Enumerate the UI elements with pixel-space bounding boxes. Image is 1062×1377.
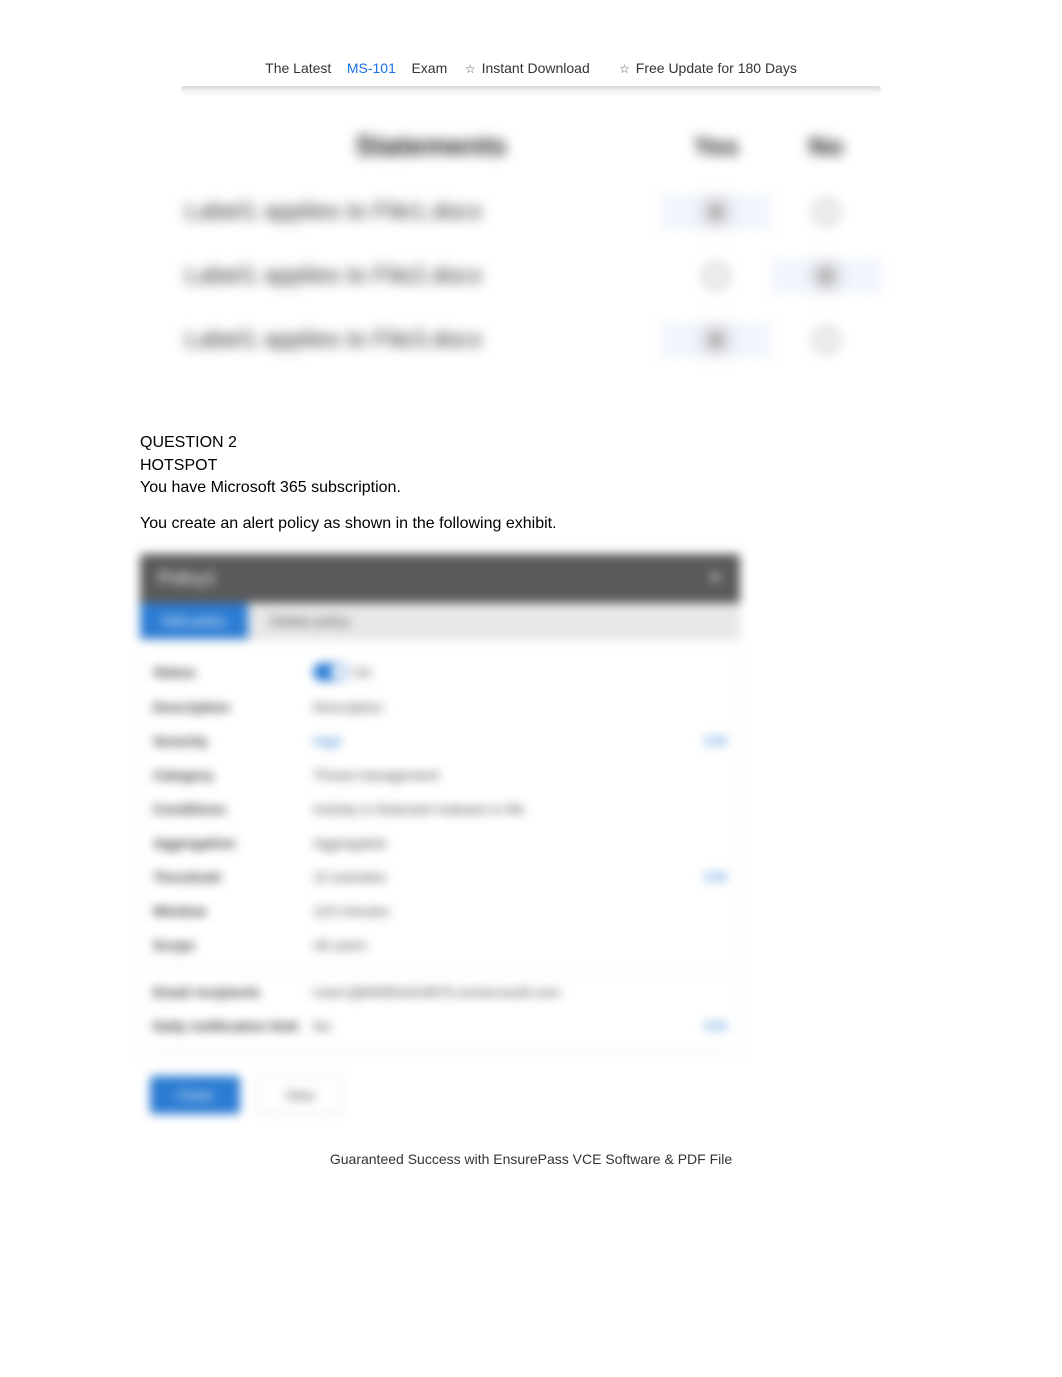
topbar-feat1: Instant Download	[482, 60, 590, 76]
dailylimit-edit-link[interactable]: Edit	[705, 1018, 727, 1033]
severity-label: Severity	[153, 733, 313, 749]
yes-cell[interactable]	[661, 322, 771, 358]
statement-text: Label1 applies to File2.docx	[181, 262, 661, 290]
row-daily-limit: Daily notification limit No Edit	[151, 1009, 729, 1043]
radio-icon[interactable]	[814, 328, 838, 352]
radio-icon[interactable]	[814, 200, 838, 224]
radio-icon[interactable]	[704, 328, 728, 352]
dailylimit-value: No	[313, 1018, 331, 1034]
panel-tabs: Edit policy Delete policy	[140, 603, 740, 640]
tab-delete-policy[interactable]: Delete policy	[248, 603, 372, 639]
no-cell[interactable]	[771, 200, 881, 224]
question-line1: You have Microsoft 365 subscription.	[140, 477, 922, 499]
dailylimit-label: Daily notification limit	[153, 1018, 313, 1034]
top-banner: The Latest MS-101 Exam ☆ Instant Downloa…	[140, 60, 922, 76]
window-label: Window	[153, 903, 313, 919]
row-threshold: Threshold 10 activities Edit	[151, 860, 729, 894]
table-row: Label1 applies to File1.docx	[181, 180, 881, 244]
category-value: Threat management	[313, 767, 439, 783]
panel-divider	[151, 1049, 729, 1050]
panel-divider	[151, 968, 729, 969]
statements-header: Statements	[181, 130, 661, 162]
star-icon: ☆	[619, 62, 630, 76]
status-label: Status	[153, 664, 313, 680]
star-icon: ☆	[465, 62, 476, 76]
topbar-feat2: Free Update for 180 Days	[636, 60, 797, 76]
statement-text: Label1 applies to File3.docx	[181, 326, 661, 354]
row-category: Category Threat management	[151, 758, 729, 792]
no-cell[interactable]	[771, 258, 881, 294]
category-label: Category	[153, 767, 313, 783]
toggle-pill-icon[interactable]	[313, 663, 347, 681]
status-value: On	[353, 664, 372, 680]
aggregation-value: Aggregated	[313, 835, 385, 851]
panel-header: Policy1 ✕	[140, 554, 740, 603]
exam-code-link[interactable]: MS-101	[347, 60, 396, 76]
conditions-value: Activity is Detected malware in file	[313, 801, 525, 817]
severity-edit-link[interactable]: Edit	[705, 733, 727, 748]
severity-value: High	[313, 733, 342, 749]
yes-cell[interactable]	[661, 264, 771, 288]
scope-label: Scope	[153, 937, 313, 953]
row-status: Status On	[151, 654, 729, 690]
no-cell[interactable]	[771, 328, 881, 352]
topbar-prefix: The Latest	[265, 60, 331, 76]
window-value: 120 minutes	[313, 903, 389, 919]
question-line2: You create an alert policy as shown in t…	[140, 513, 922, 535]
radio-icon[interactable]	[704, 200, 728, 224]
scope-value: All users	[313, 937, 367, 953]
question-title: QUESTION 2	[140, 432, 922, 454]
yes-header: Yes	[661, 131, 771, 162]
row-window: Window 120 minutes	[151, 894, 729, 928]
row-description: Description Description	[151, 690, 729, 724]
threshold-label: Threshold	[153, 869, 313, 885]
radio-icon[interactable]	[704, 264, 728, 288]
panel-footer: Close View	[140, 1060, 740, 1138]
radio-icon[interactable]	[814, 264, 838, 288]
description-value: Description	[313, 699, 383, 715]
tab-edit-policy[interactable]: Edit policy	[140, 603, 248, 639]
threshold-value: 10 activities	[313, 869, 386, 885]
row-recipients: Email recipients User1@M365x024875.onmic…	[151, 975, 729, 1009]
panel-body: Status On Description Description Severi…	[140, 640, 740, 1060]
threshold-edit-link[interactable]: Edit	[705, 869, 727, 884]
conditions-label: Conditions	[153, 801, 313, 817]
row-conditions: Conditions Activity is Detected malware …	[151, 792, 729, 826]
row-aggregation: Aggregation Aggregated	[151, 826, 729, 860]
yes-cell[interactable]	[661, 194, 771, 230]
row-scope: Scope All users	[151, 928, 729, 962]
close-icon[interactable]: ✕	[709, 568, 722, 588]
policy-panel: Policy1 ✕ Edit policy Delete policy Stat…	[140, 554, 740, 1138]
close-button[interactable]: Close	[150, 1076, 240, 1114]
panel-title: Policy1	[158, 568, 216, 589]
recipients-value: User1@M365x024875.onmicrosoft.com	[313, 984, 560, 1000]
statement-text: Label1 applies to File1.docx	[181, 198, 661, 226]
status-toggle[interactable]: On	[313, 663, 372, 681]
aggregation-label: Aggregation	[153, 835, 313, 851]
topbar-suffix: Exam	[411, 60, 447, 76]
table-row: Label1 applies to File3.docx	[181, 308, 881, 372]
row-severity: Severity High Edit	[151, 724, 729, 758]
table-row: Label1 applies to File2.docx	[181, 244, 881, 308]
no-header: No	[771, 131, 881, 162]
secondary-button[interactable]: View	[258, 1076, 342, 1114]
question-type: HOTSPOT	[140, 455, 922, 477]
recipients-label: Email recipients	[153, 984, 313, 1000]
top-divider	[181, 86, 881, 92]
statements-table: Statements Yes No Label1 applies to File…	[181, 112, 881, 392]
question-block: QUESTION 2 HOTSPOT You have Microsoft 36…	[140, 432, 922, 536]
description-label: Description	[153, 699, 313, 715]
footer-note: Guaranteed Success with EnsurePass VCE S…	[0, 1151, 1062, 1167]
